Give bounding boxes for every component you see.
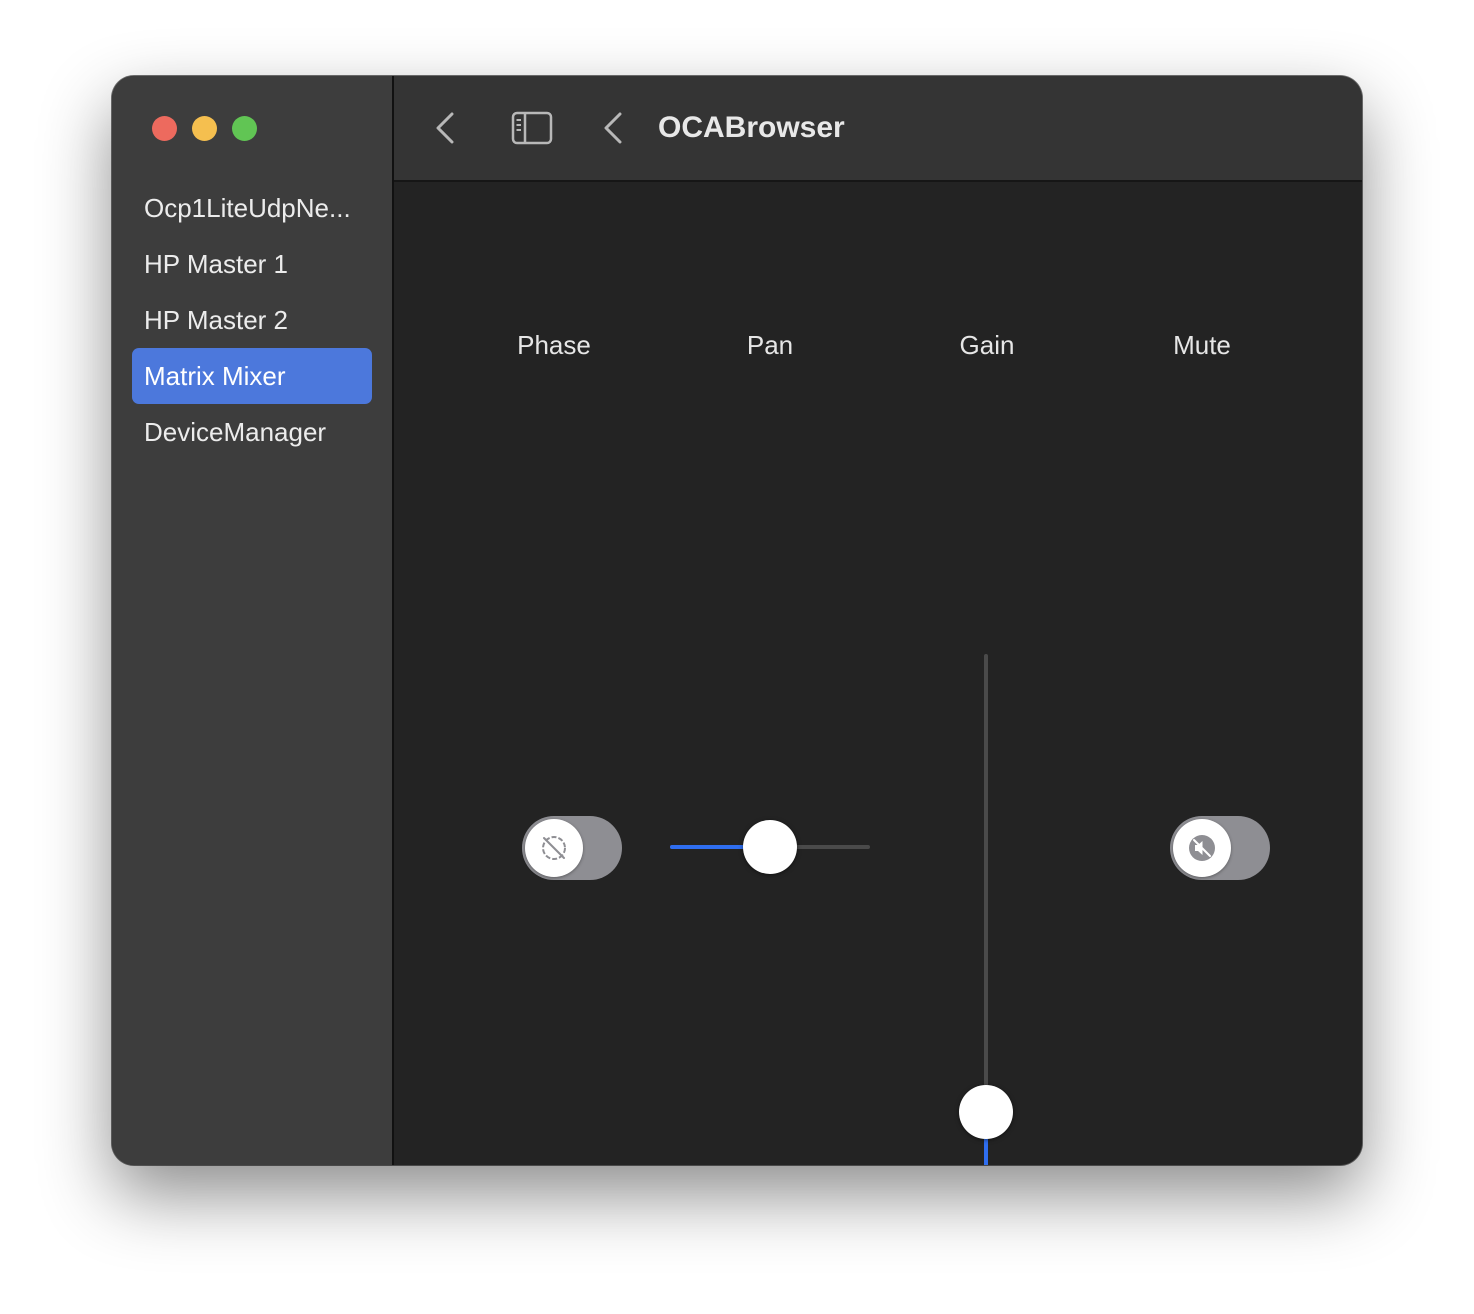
chevron-left-icon [436, 112, 454, 144]
zoom-window-button[interactable] [232, 116, 257, 141]
phase-toggle[interactable] [522, 816, 622, 880]
chevron-left-icon [604, 112, 622, 144]
window-title: OCABrowser [658, 111, 845, 144]
sidebar-toggle-icon [511, 111, 553, 145]
gain-slider[interactable] [956, 654, 1016, 1165]
sidebar-item-matrix-mixer[interactable]: Matrix Mixer [132, 348, 372, 404]
close-window-button[interactable] [152, 116, 177, 141]
pan-label: Pan [746, 330, 794, 360]
sidebar-item-ocp1liteudp[interactable]: Ocp1LiteUdpNe... [132, 180, 372, 236]
phase-invert-icon [542, 836, 566, 860]
phase-toggle-knob [525, 819, 583, 877]
mute-label: Mute [1173, 330, 1231, 360]
speaker-muted-icon [1189, 835, 1215, 861]
navigation-back-button[interactable] [594, 108, 634, 148]
phase-label: Phase [517, 330, 591, 360]
pan-slider[interactable] [670, 817, 870, 877]
sidebar-item-hp-master-1[interactable]: HP Master 1 [132, 236, 372, 292]
mute-toggle[interactable] [1170, 816, 1270, 880]
minimize-window-button[interactable] [192, 116, 217, 141]
sidebar: Ocp1LiteUdpNe... HP Master 1 HP Master 2… [112, 76, 394, 1165]
back-button[interactable] [426, 108, 466, 148]
sidebar-item-hp-master-2[interactable]: HP Master 2 [132, 292, 372, 348]
sidebar-toggle-button[interactable] [508, 108, 556, 148]
pan-slider-thumb[interactable] [743, 820, 797, 874]
mixer-panel: Phase Pan Gain Mute [394, 182, 1362, 1165]
app-window: Ocp1LiteUdpNe... HP Master 1 HP Master 2… [112, 76, 1362, 1165]
toolbar: OCABrowser [394, 76, 1362, 182]
mute-toggle-knob [1173, 819, 1231, 877]
gain-label: Gain [959, 330, 1015, 360]
gain-slider-thumb[interactable] [959, 1084, 1013, 1139]
sidebar-item-device-manager[interactable]: DeviceManager [132, 404, 372, 460]
sidebar-list: Ocp1LiteUdpNe... HP Master 1 HP Master 2… [132, 180, 372, 460]
